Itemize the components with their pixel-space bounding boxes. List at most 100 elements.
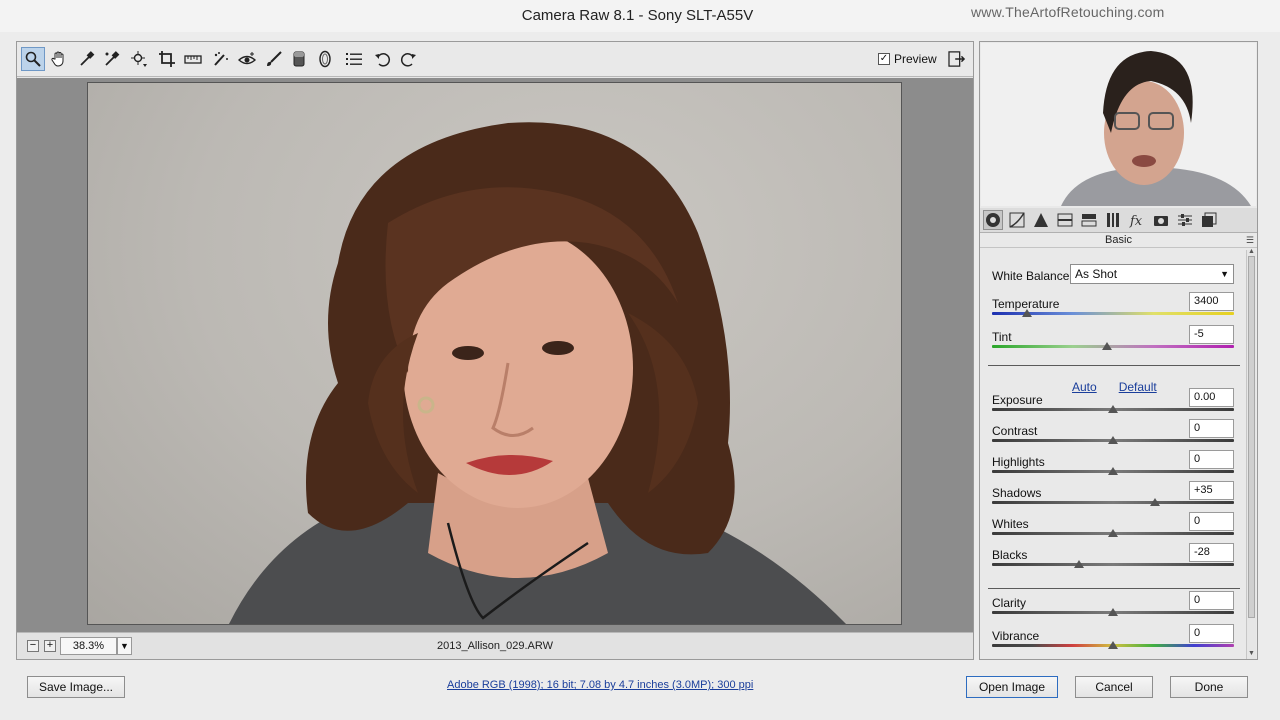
rotate-left-tool[interactable] bbox=[371, 47, 395, 71]
scroll-thumb[interactable] bbox=[1248, 256, 1255, 618]
white-balance-label: White Balance: bbox=[992, 269, 1073, 283]
blacks-slider[interactable]: Blacks -28 bbox=[992, 543, 1234, 578]
slider-label: Contrast bbox=[992, 424, 1038, 438]
temperature-thumb[interactable] bbox=[1022, 309, 1033, 317]
effects-tab[interactable]: fx bbox=[1127, 210, 1147, 230]
slider-label: Highlights bbox=[992, 455, 1045, 469]
hsl-icon bbox=[1057, 213, 1073, 227]
slider-label: Exposure bbox=[992, 393, 1043, 407]
slider-thumb[interactable] bbox=[1108, 405, 1118, 413]
white-balance-value: As Shot bbox=[1075, 267, 1118, 281]
clarity-slider[interactable]: Clarity 0 bbox=[992, 591, 1234, 626]
rotate-right-tool[interactable] bbox=[396, 47, 420, 71]
contrast-value-field[interactable]: 0 bbox=[1189, 419, 1234, 438]
panel-scrollbar[interactable]: ▲ ▼ bbox=[1246, 248, 1256, 659]
magnifier-icon bbox=[25, 51, 41, 67]
split-toning-tab[interactable] bbox=[1079, 210, 1099, 230]
tint-slider[interactable]: Tint -5 bbox=[992, 325, 1234, 360]
preferences-tool[interactable] bbox=[342, 47, 366, 71]
targeted-adjustment-tool[interactable] bbox=[127, 47, 151, 71]
tint-thumb[interactable] bbox=[1101, 342, 1112, 350]
fullscreen-button[interactable] bbox=[946, 49, 968, 69]
shadows-value-field[interactable]: +35 bbox=[1189, 481, 1234, 500]
eyedropper-icon bbox=[80, 51, 95, 66]
clarity-value-field[interactable]: 0 bbox=[1189, 591, 1234, 610]
presets-tab[interactable] bbox=[1175, 210, 1195, 230]
hsl-tab[interactable] bbox=[1055, 210, 1075, 230]
tint-value-field[interactable]: -5 bbox=[1189, 325, 1234, 344]
panel-title: Basic bbox=[1105, 234, 1132, 246]
slider-thumb[interactable] bbox=[1108, 467, 1118, 475]
image-canvas[interactable] bbox=[17, 78, 973, 632]
zoom-tool[interactable] bbox=[21, 47, 45, 71]
hand-icon bbox=[51, 51, 64, 67]
photo-preview[interactable] bbox=[87, 82, 902, 625]
aperture-icon bbox=[986, 213, 1000, 227]
divider bbox=[988, 365, 1240, 366]
straighten-tool[interactable] bbox=[181, 47, 205, 71]
slider-track[interactable] bbox=[992, 563, 1234, 566]
open-image-button[interactable]: Open Image bbox=[966, 676, 1058, 698]
panel-tabs: fx bbox=[980, 208, 1257, 233]
split-tone-icon bbox=[1081, 214, 1097, 227]
white-balance-tool[interactable] bbox=[75, 47, 99, 71]
camera-calibration-tab[interactable] bbox=[1151, 210, 1171, 230]
vibrance-value-field[interactable]: 0 bbox=[1189, 624, 1234, 643]
hand-tool[interactable] bbox=[47, 47, 71, 71]
slider-thumb[interactable] bbox=[1108, 529, 1118, 537]
slider-thumb[interactable] bbox=[1108, 436, 1118, 444]
slider-thumb[interactable] bbox=[1150, 498, 1161, 506]
histogram-area bbox=[981, 43, 1256, 206]
preview-label: Preview bbox=[894, 52, 937, 66]
cancel-button[interactable]: Cancel bbox=[1075, 676, 1153, 698]
whites-value-field[interactable]: 0 bbox=[1189, 512, 1234, 531]
preview-toggle[interactable]: ✓ Preview bbox=[878, 52, 937, 66]
red-eye-tool[interactable] bbox=[235, 47, 259, 71]
spot-removal-tool[interactable] bbox=[209, 47, 233, 71]
highlights-value-field[interactable]: 0 bbox=[1189, 450, 1234, 469]
blacks-value-field[interactable]: -28 bbox=[1189, 543, 1234, 562]
filename-label: 2013_Allison_029.ARW bbox=[437, 640, 553, 652]
color-sampler-tool[interactable] bbox=[100, 47, 124, 71]
temperature-value-field[interactable]: 3400 bbox=[1189, 292, 1234, 311]
panel-header: Basic ☰ bbox=[980, 234, 1257, 248]
scroll-down-icon[interactable]: ▼ bbox=[1248, 650, 1255, 657]
radial-filter-icon bbox=[319, 50, 331, 68]
toolbar: ✓ Preview bbox=[17, 42, 973, 77]
image-area: ✓ Preview − + 38.3% ▼ 2013_Allison_029.A… bbox=[16, 41, 974, 660]
done-button[interactable]: Done bbox=[1170, 676, 1248, 698]
white-balance-select[interactable]: As Shot ▼ bbox=[1070, 264, 1234, 284]
slider-thumb[interactable] bbox=[1108, 608, 1118, 616]
lens-corrections-tab[interactable] bbox=[1103, 210, 1123, 230]
graduated-filter-tool[interactable] bbox=[287, 47, 311, 71]
portrait-photo bbox=[229, 122, 846, 624]
triangle-icon bbox=[1034, 213, 1048, 227]
save-image-button[interactable]: Save Image... bbox=[27, 676, 125, 698]
snapshots-tab[interactable] bbox=[1199, 210, 1219, 230]
slider-thumb[interactable] bbox=[1074, 560, 1085, 568]
auto-link[interactable]: Auto bbox=[1072, 380, 1097, 394]
slider-track[interactable] bbox=[992, 501, 1234, 504]
fullscreen-icon bbox=[948, 51, 966, 67]
temperature-slider[interactable]: Temperature 3400 bbox=[992, 292, 1234, 327]
vibrance-slider[interactable]: Vibrance 0 bbox=[992, 624, 1234, 659]
tint-track[interactable] bbox=[992, 345, 1234, 348]
workflow-options-link[interactable]: Adobe RGB (1998); 16 bit; 7.08 by 4.7 in… bbox=[447, 679, 753, 691]
default-link[interactable]: Default bbox=[1119, 380, 1157, 394]
divider bbox=[988, 588, 1240, 589]
adjustment-brush-tool[interactable] bbox=[262, 47, 286, 71]
detail-tab[interactable] bbox=[1031, 210, 1051, 230]
slider-thumb[interactable] bbox=[1108, 641, 1118, 649]
sliders-icon bbox=[1178, 214, 1192, 226]
slider-label: Blacks bbox=[992, 548, 1028, 562]
preview-checkbox[interactable]: ✓ bbox=[878, 53, 890, 65]
tone-curve-tab[interactable] bbox=[1007, 210, 1027, 230]
crop-tool[interactable] bbox=[155, 47, 179, 71]
radial-filter-tool[interactable] bbox=[313, 47, 337, 71]
rotate-cw-icon bbox=[400, 53, 416, 67]
panel-menu-icon[interactable]: ☰ bbox=[1246, 235, 1254, 246]
scroll-up-icon[interactable]: ▲ bbox=[1248, 248, 1255, 255]
slider-label: Clarity bbox=[992, 596, 1027, 610]
exposure-value-field[interactable]: 0.00 bbox=[1189, 388, 1234, 407]
basic-tab[interactable] bbox=[983, 210, 1003, 230]
